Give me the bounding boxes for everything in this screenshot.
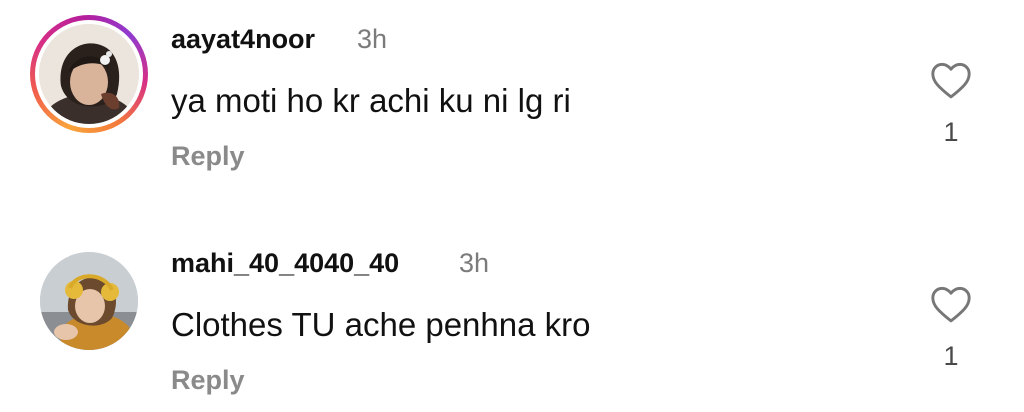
avatar[interactable]: [40, 252, 138, 350]
avatar-photo: [39, 24, 139, 124]
comment-text: Clothes TU ache penhna kro: [171, 306, 591, 343]
heart-outline-icon[interactable]: [929, 284, 973, 324]
comment-item: aayat4noor 3h ya moti ho kr achi ku ni l…: [0, 0, 1024, 206]
like-count: 1: [943, 341, 959, 371]
comment-item: mahi_40_4040_40 3h Clothes TU ache penhn…: [0, 206, 1024, 412]
username[interactable]: mahi_40_4040_40: [171, 248, 399, 279]
username[interactable]: aayat4noor: [171, 24, 315, 55]
comment-text: ya moti ho kr achi ku ni lg ri: [171, 82, 571, 119]
avatar[interactable]: [39, 24, 139, 124]
timestamp: 3h: [357, 24, 388, 54]
like-count: 1: [943, 117, 959, 147]
reply-button[interactable]: Reply: [171, 141, 245, 172]
avatar-story-ring[interactable]: [30, 15, 148, 133]
heart-outline-icon[interactable]: [929, 60, 973, 100]
reply-button[interactable]: Reply: [171, 365, 245, 396]
avatar-photo: [40, 252, 138, 350]
timestamp: 3h: [459, 248, 490, 278]
